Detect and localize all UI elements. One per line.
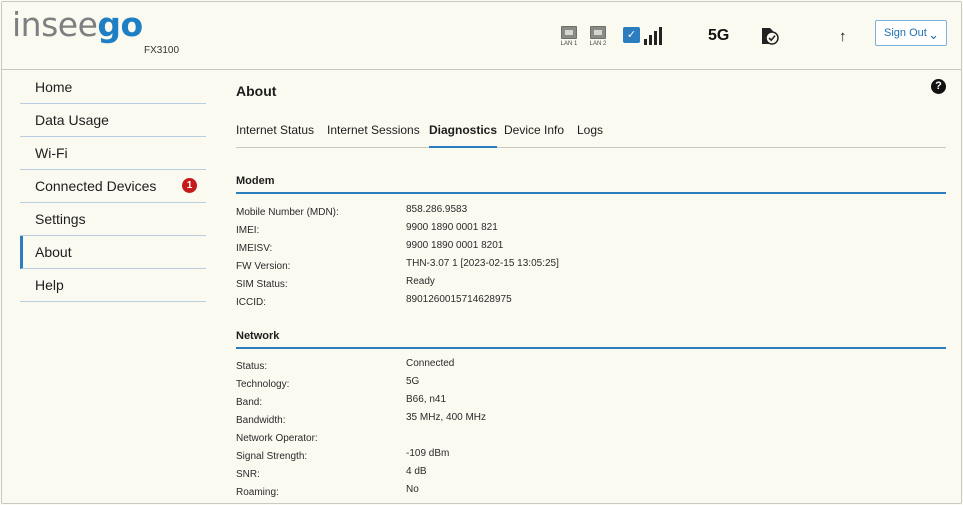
sidebar-nav: Home Data Usage Wi-Fi Connected Devices … <box>20 71 206 302</box>
tab-logs[interactable]: Logs <box>577 123 603 148</box>
info-row: IMEISV: 9900 1890 0001 8201 <box>236 240 504 254</box>
sidebar-item-about[interactable]: About <box>20 236 206 269</box>
info-row: Mobile Number (MDN): 858.286.9583 <box>236 204 468 218</box>
page-title: About <box>236 83 277 99</box>
help-icon[interactable]: ? <box>931 79 946 94</box>
tab-device-info[interactable]: Device Info <box>504 123 564 148</box>
header-bar: inseego FX3100 LAN 1 LAN 2 ✓ 5G ↑ Sign O… <box>2 2 961 70</box>
tab-internet-sessions[interactable]: Internet Sessions <box>327 123 420 148</box>
lan2-status: LAN 2 <box>588 26 608 47</box>
tab-diagnostics[interactable]: Diagnostics <box>429 123 498 148</box>
info-row: Bandwidth: 35 MHz, 400 MHz <box>236 412 487 426</box>
info-row: Status: Connected <box>236 358 455 372</box>
info-row: IMEI: 9900 1890 0001 821 <box>236 222 498 236</box>
sidebar-item-home[interactable]: Home <box>20 71 206 104</box>
section-divider <box>236 347 946 349</box>
network-section-title: Network <box>236 330 280 342</box>
app-window: inseego FX3100 LAN 1 LAN 2 ✓ 5G ↑ Sign O… <box>1 1 962 504</box>
signal-bars-icon <box>644 26 666 45</box>
tab-internet-status[interactable]: Internet Status <box>236 123 314 148</box>
modem-section-title: Modem <box>236 175 275 187</box>
sign-out-button[interactable]: Sign Out ⌄ <box>875 20 947 46</box>
sim-card-icon <box>762 28 779 45</box>
signal-check-icon: ✓ <box>623 27 640 43</box>
device-model: FX3100 <box>144 45 180 56</box>
info-row: SNR: 4 dB <box>236 466 427 480</box>
sidebar-item-data-usage[interactable]: Data Usage <box>20 104 206 137</box>
sidebar-item-connected-devices[interactable]: Connected Devices 1 <box>20 170 206 203</box>
ethernet-port-icon <box>590 26 606 39</box>
info-row: ICCID: 8901260015714628975 <box>236 294 512 308</box>
info-row: Band: B66, n41 <box>236 394 447 408</box>
info-row: Technology: 5G <box>236 376 420 390</box>
tab-bar: Internet Status Internet Sessions Diagno… <box>236 120 946 148</box>
sidebar-item-wifi[interactable]: Wi-Fi <box>20 137 206 170</box>
info-row: SIM Status: Ready <box>236 276 435 290</box>
chevron-down-icon: ⌄ <box>928 27 939 42</box>
info-row: Signal Strength: -109 dBm <box>236 448 450 462</box>
ethernet-port-icon <box>561 26 577 39</box>
info-row: Roaming: No <box>236 484 419 498</box>
sidebar-item-settings[interactable]: Settings <box>20 203 206 236</box>
notification-badge: 1 <box>182 178 197 193</box>
upload-arrow-icon: ↑ <box>839 28 847 45</box>
section-divider <box>236 192 946 194</box>
inseego-logo: inseego <box>12 5 143 44</box>
network-type-indicator: 5G <box>708 27 730 44</box>
lan1-status: LAN 1 <box>559 26 579 47</box>
info-row: Network Operator: <box>236 433 318 444</box>
info-row: FW Version: THN-3.07 1 [2023-02-15 13:05:… <box>236 258 559 272</box>
sidebar-item-help[interactable]: Help <box>20 269 206 302</box>
